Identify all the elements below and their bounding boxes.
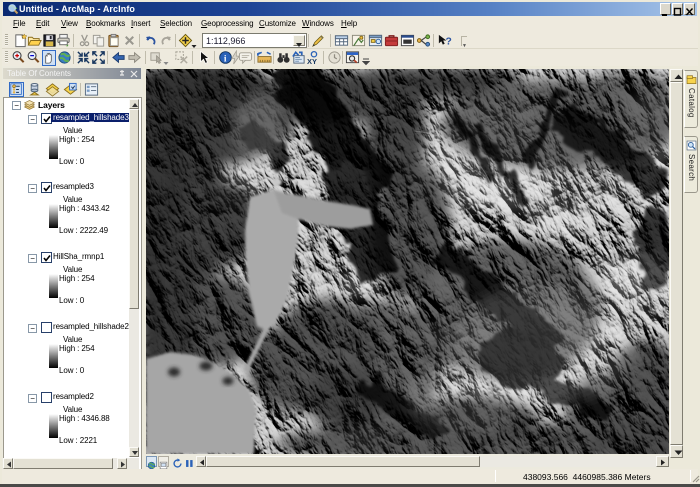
svg-text:i: i: [224, 54, 227, 64]
svg-text:XY: XY: [307, 57, 317, 65]
svg-text:?: ?: [445, 36, 451, 47]
